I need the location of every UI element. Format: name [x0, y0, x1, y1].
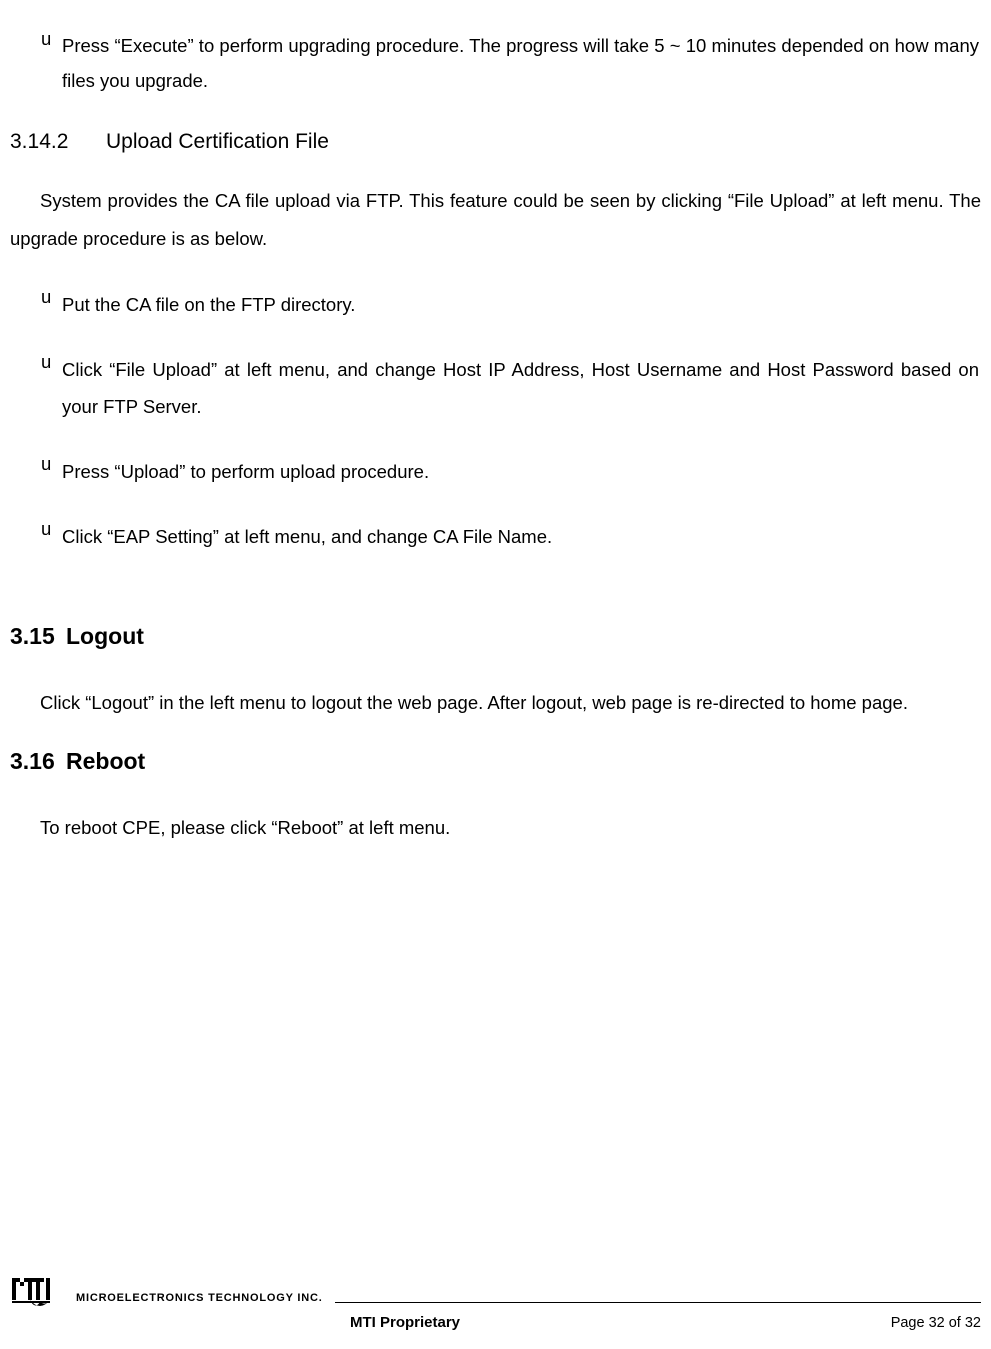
- bullet-text: Press “Upload” to perform upload procedu…: [54, 453, 981, 490]
- company-name: MICROELECTRONICS TECHNOLOGY INC.: [76, 1292, 323, 1312]
- bullet-glyph: u: [10, 453, 54, 490]
- paragraph: System provides the CA file upload via F…: [10, 182, 981, 258]
- heading-number: 3.15: [10, 623, 66, 650]
- list-item: u Press “Upload” to perform upload proce…: [10, 453, 981, 490]
- footer-divider: [335, 1302, 981, 1303]
- proprietary-label: MTI Proprietary: [350, 1314, 460, 1331]
- company-logo-icon: [10, 1272, 68, 1312]
- list-item: u Click “EAP Setting” at left menu, and …: [10, 518, 981, 555]
- bullet-glyph: u: [10, 28, 54, 98]
- page-number: Page 32 of 32: [891, 1315, 981, 1331]
- paragraph: To reboot CPE, please click “Reboot” at …: [10, 809, 981, 847]
- list-item: u Press “Execute” to perform upgrading p…: [10, 28, 981, 98]
- bullet-text: Put the CA file on the FTP directory.: [54, 286, 981, 323]
- bullet-text: Click “EAP Setting” at left menu, and ch…: [54, 518, 981, 555]
- bullet-glyph: u: [10, 518, 54, 555]
- list-item: u Click “File Upload” at left menu, and …: [10, 351, 981, 425]
- heading-title: Upload Certification File: [106, 130, 329, 153]
- paragraph: Click “Logout” in the left menu to logou…: [10, 684, 981, 722]
- page-footer: MICROELECTRONICS TECHNOLOGY INC. MTI Pro…: [10, 1272, 981, 1331]
- bullet-text: Press “Execute” to perform upgrading pro…: [54, 28, 981, 98]
- list-item: u Put the CA file on the FTP directory.: [10, 286, 981, 323]
- bullet-text: Click “File Upload” at left menu, and ch…: [54, 351, 981, 425]
- heading-number: 3.14.2: [10, 130, 106, 154]
- heading-3-16: 3.16Reboot: [10, 748, 981, 775]
- heading-3-14-2: 3.14.2Upload Certification File: [10, 130, 981, 154]
- bullet-glyph: u: [10, 351, 54, 425]
- heading-number: 3.16: [10, 748, 66, 775]
- heading-3-15: 3.15Logout: [10, 623, 981, 650]
- bullet-glyph: u: [10, 286, 54, 323]
- heading-title: Reboot: [66, 748, 145, 774]
- heading-title: Logout: [66, 623, 144, 649]
